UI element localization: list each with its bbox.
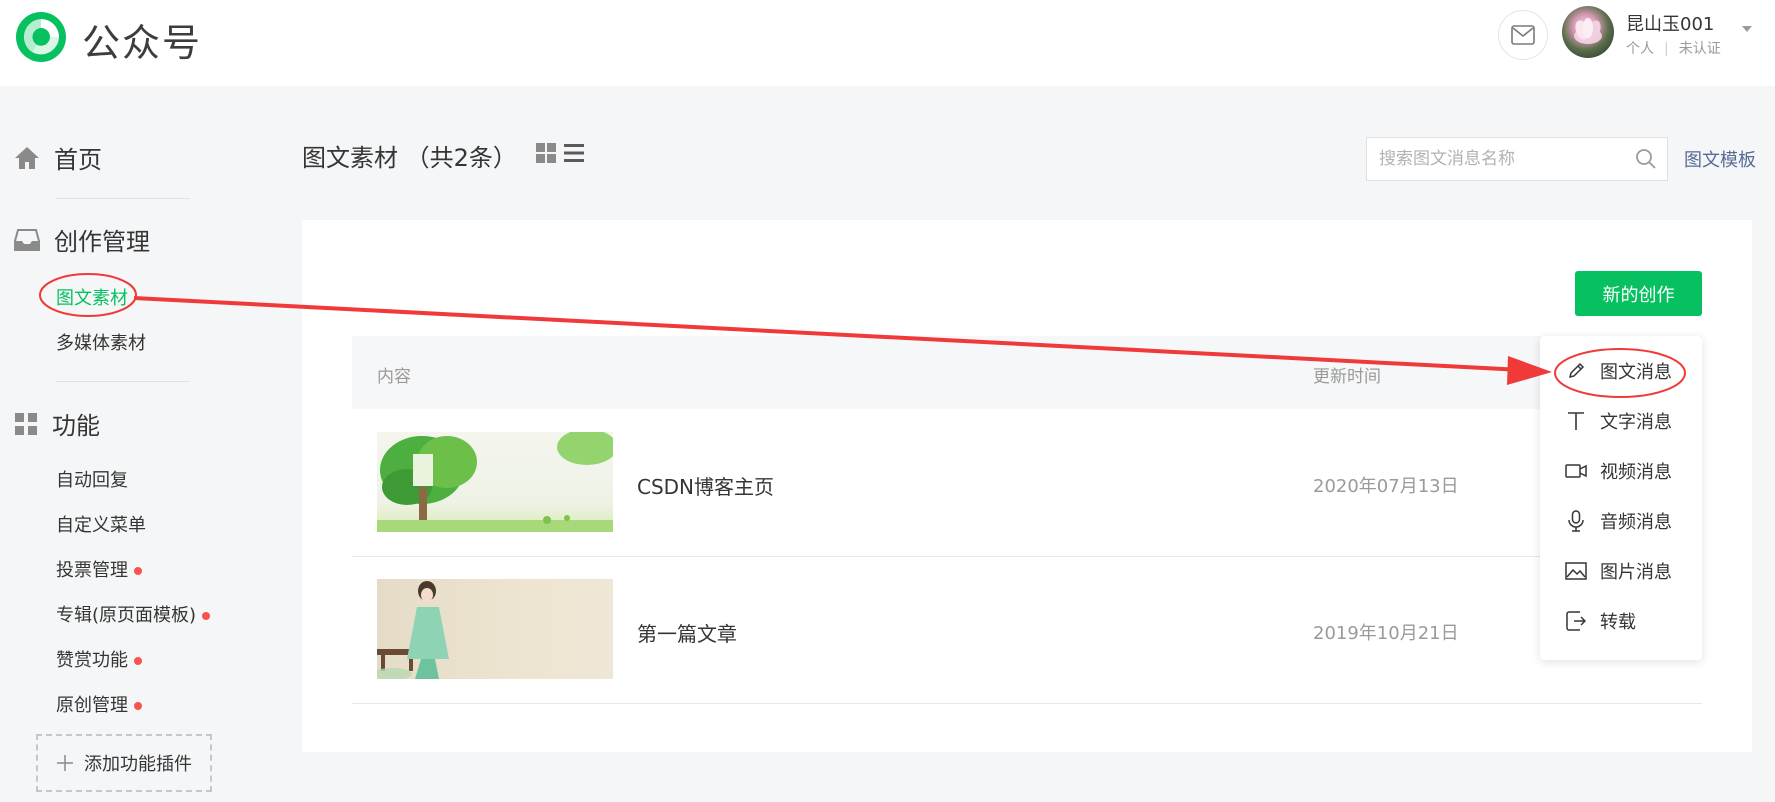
grid-icon — [15, 412, 37, 435]
message-button[interactable] — [1498, 10, 1548, 60]
sidebar-item-label: 投票管理 — [56, 560, 128, 581]
pencil-icon — [1564, 359, 1588, 383]
sidebar-item-album[interactable]: 专辑(原页面模板) — [56, 601, 211, 627]
plus-icon — [57, 755, 73, 771]
nav-divider — [56, 198, 190, 199]
sidebar-item-vote[interactable]: 投票管理 — [56, 556, 142, 582]
column-header-content: 内容 — [377, 367, 411, 387]
menu-item-label: 图片消息 — [1600, 562, 1672, 583]
nav-creation[interactable]: 创作管理 — [14, 222, 150, 257]
girl-illustration — [377, 581, 449, 679]
sidebar-item-label: 原创管理 — [56, 695, 128, 716]
article-update-time: 2019年10月21日 — [1313, 623, 1459, 644]
user-avatar[interactable] — [1562, 6, 1614, 58]
home-icon — [15, 146, 39, 169]
sidebar-item-multimedia[interactable]: 多媒体素材 — [56, 329, 146, 355]
sidebar-item-custom-menu[interactable]: 自定义菜单 — [56, 511, 146, 537]
card-view-icon[interactable] — [536, 143, 556, 163]
row-divider — [352, 556, 1702, 557]
sidebar-item-label: 专辑(原页面模板) — [56, 605, 197, 626]
user-verify-status: 未认证 — [1678, 41, 1721, 57]
nav-home-label: 首页 — [54, 146, 102, 174]
mail-icon — [1511, 25, 1535, 45]
menu-item-video[interactable]: 视频消息 — [1564, 458, 1672, 484]
menu-item-image-text[interactable]: 图文消息 — [1564, 358, 1672, 384]
search-input[interactable] — [1379, 138, 1629, 180]
add-plugin-button[interactable]: 添加功能插件 — [36, 734, 212, 792]
menu-item-label: 转载 — [1600, 612, 1636, 633]
new-badge-dot — [134, 567, 142, 575]
new-badge-dot — [202, 612, 211, 620]
menu-item-audio[interactable]: 音频消息 — [1564, 508, 1672, 534]
tree-illustration — [377, 432, 613, 532]
top-bar: 公众号 昆山玉001 个人 | 未认证 — [0, 0, 1775, 86]
menu-item-label: 视频消息 — [1600, 462, 1672, 483]
nav-creation-label: 创作管理 — [54, 228, 150, 256]
image-icon — [1564, 559, 1588, 583]
meta-separator: | — [1664, 41, 1669, 57]
text-icon — [1564, 409, 1588, 433]
user-name: 昆山玉001 — [1626, 14, 1715, 35]
add-plugin-label: 添加功能插件 — [84, 754, 192, 775]
view-toggle — [536, 143, 584, 163]
menu-item-image[interactable]: 图片消息 — [1564, 558, 1672, 584]
nav-home[interactable]: 首页 — [14, 140, 102, 175]
table-header — [352, 336, 1702, 409]
sidebar-item-label: 自定义菜单 — [56, 515, 146, 536]
article-thumbnail[interactable] — [377, 579, 613, 679]
repost-icon — [1564, 609, 1588, 633]
article-update-time: 2020年07月13日 — [1313, 476, 1459, 497]
nav-divider — [56, 381, 190, 382]
nav-features[interactable]: 功能 — [14, 406, 100, 441]
sidebar-item-auto-reply[interactable]: 自动回复 — [56, 466, 128, 492]
column-header-time: 更新时间 — [1313, 367, 1381, 387]
search-box — [1366, 137, 1668, 181]
microphone-icon — [1564, 509, 1588, 533]
wechat-official-account-logo — [16, 12, 66, 62]
menu-item-text[interactable]: 文字消息 — [1564, 408, 1672, 434]
user-type: 个人 — [1626, 41, 1654, 57]
sidebar-item-label: 赞赏功能 — [56, 650, 128, 671]
article-thumbnail[interactable] — [377, 432, 613, 532]
menu-item-label: 图文消息 — [1600, 362, 1672, 383]
sidebar-item-image-text[interactable]: 图文素材 — [56, 284, 128, 310]
sidebar-item-appreciation[interactable]: 赞赏功能 — [56, 646, 142, 672]
template-link[interactable]: 图文模板 — [1684, 146, 1756, 172]
nav-features-label: 功能 — [52, 412, 100, 440]
lotus-avatar-image — [1574, 18, 1602, 44]
new-creation-dropdown: 图文消息 文字消息 视频消息 音频消息 图片消息 转载 — [1540, 336, 1702, 660]
account-dropdown-caret[interactable] — [1742, 26, 1752, 32]
article-title[interactable]: 第一篇文章 — [637, 618, 737, 647]
sidebar-item-label: 自动回复 — [56, 470, 128, 491]
new-badge-dot — [134, 657, 142, 665]
sidebar-item-original[interactable]: 原创管理 — [56, 691, 142, 717]
new-creation-button[interactable]: 新的创作 — [1575, 271, 1702, 316]
row-divider — [352, 703, 1702, 704]
list-view-icon[interactable] — [564, 143, 584, 163]
menu-item-repost[interactable]: 转载 — [1564, 608, 1636, 634]
search-icon[interactable] — [1635, 148, 1657, 170]
menu-item-label: 文字消息 — [1600, 412, 1672, 433]
user-meta: 个人 | 未认证 — [1626, 38, 1721, 58]
menu-item-label: 音频消息 — [1600, 512, 1672, 533]
page-title: 图文素材 （共2条） — [302, 144, 517, 172]
article-title[interactable]: CSDN博客主页 — [637, 471, 774, 500]
video-icon — [1564, 459, 1588, 483]
new-badge-dot — [134, 702, 142, 710]
inbox-icon — [14, 228, 40, 251]
brand-title: 公众号 — [82, 21, 203, 65]
